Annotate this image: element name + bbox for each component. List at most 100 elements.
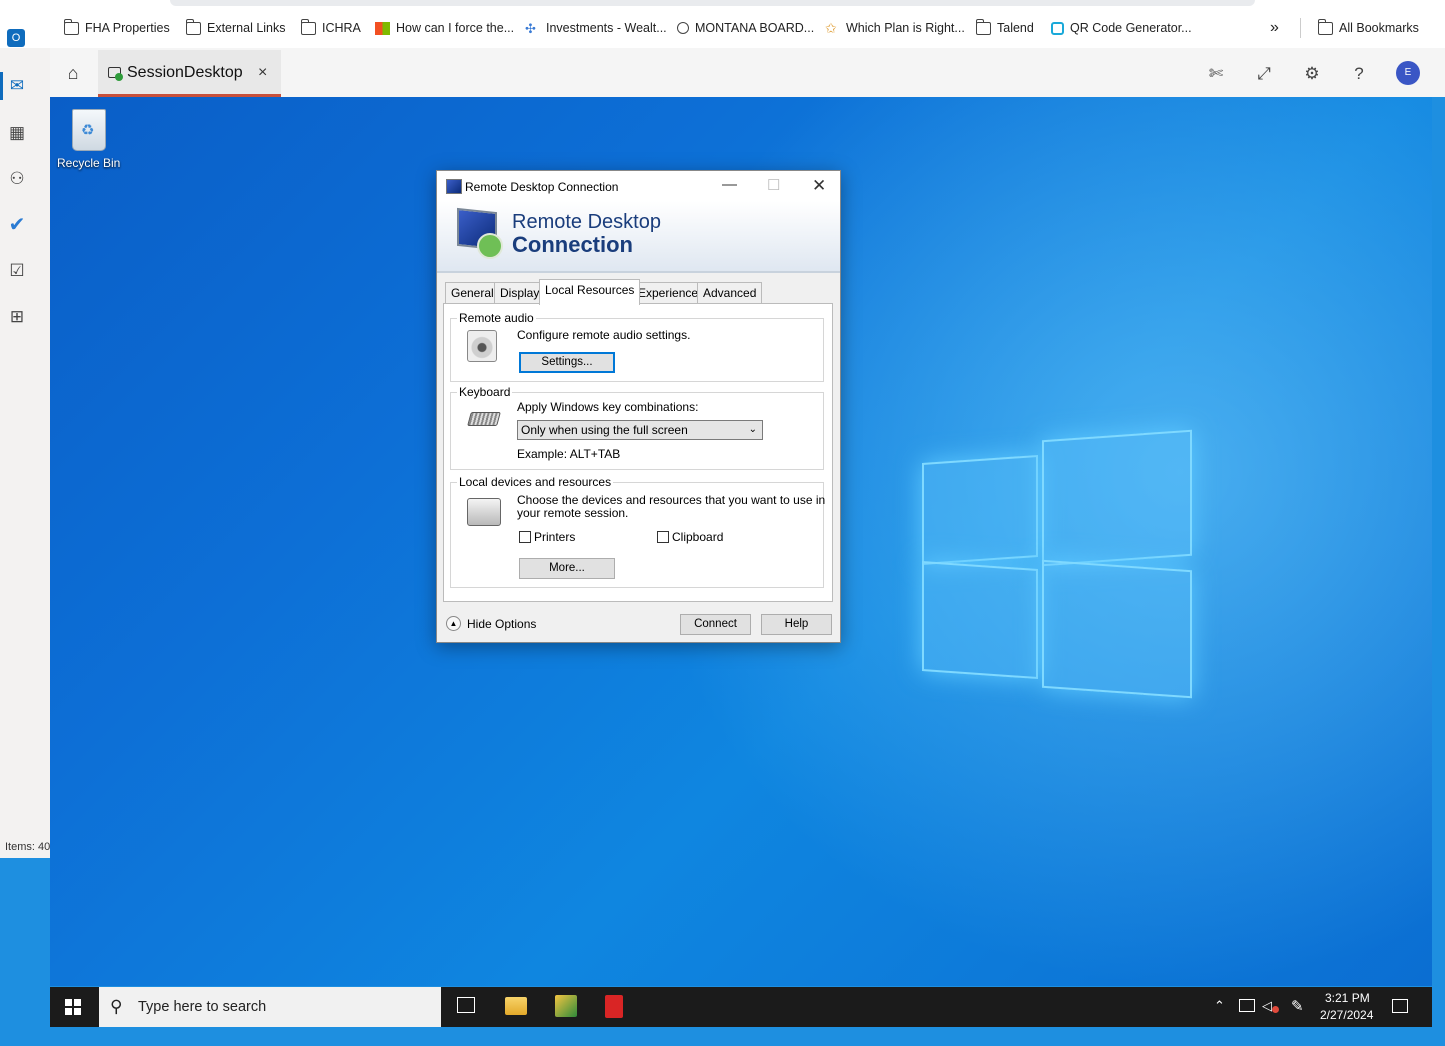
maximize-icon: ☐ (767, 177, 781, 194)
audio-settings-button[interactable]: Settings... (519, 352, 615, 373)
keyboard-label: Keyboard (457, 385, 513, 399)
folder-icon (975, 18, 991, 35)
chevron-down-icon: ⌄ (748, 424, 757, 435)
right-edge-bg (1432, 97, 1445, 1046)
avatar[interactable]: E (1396, 61, 1420, 85)
folder-icon (63, 18, 79, 35)
folder-icon (300, 18, 316, 35)
settings-gear-icon[interactable]: ⚙ (1300, 62, 1324, 86)
dialog-title: Remote Desktop Connection (465, 180, 619, 194)
keyboard-prompt: Apply Windows key combinations: (517, 400, 699, 414)
microsoft-logo-icon (375, 21, 390, 35)
search-icon: ⚲ (110, 997, 123, 1016)
investments-icon: ✣ (525, 20, 536, 36)
minimize-icon[interactable]: — (722, 176, 737, 193)
close-session-icon[interactable]: × (258, 64, 267, 82)
home-icon[interactable]: ⌂ (62, 62, 84, 84)
more-bookmarks-chevron-icon[interactable]: » (1270, 18, 1279, 38)
banner-title-line1: Remote Desktop (512, 211, 661, 233)
windows-logo-pane (922, 560, 1038, 680)
people-icon[interactable]: ⚇ (6, 168, 28, 190)
help-button[interactable]: Help (761, 614, 832, 635)
folder-icon (1317, 18, 1333, 35)
globe-icon (677, 22, 689, 34)
rdc-app-icon (446, 179, 462, 194)
remote-badge-icon (477, 233, 503, 259)
connected-status-icon (115, 73, 123, 81)
star-icon: ✩ (825, 19, 837, 36)
hide-options-chevron-up-icon[interactable]: ▲ (446, 616, 461, 631)
local-devices-label: Local devices and resources (457, 475, 614, 489)
bookmark-which-plan[interactable]: ✩ Which Plan is Right... (825, 18, 965, 38)
unpin-icon[interactable]: ✄ (1204, 62, 1228, 86)
task-view-icon[interactable] (457, 997, 475, 1013)
speaker-icon (467, 330, 497, 362)
hide-options-link[interactable]: Hide Options (467, 617, 536, 631)
remote-audio-description: Configure remote audio settings. (517, 328, 691, 342)
recycle-bin-icon[interactable]: ♻ (70, 107, 106, 151)
windows-start-icon[interactable] (65, 999, 81, 1015)
volume-muted-icon[interactable]: ◁ (1262, 998, 1272, 1014)
mail-icon[interactable]: ✉ (6, 75, 28, 97)
remote-audio-label: Remote audio (457, 311, 536, 325)
keyboard-icon (467, 412, 501, 426)
folder-icon (185, 18, 201, 35)
network-icon[interactable] (1239, 999, 1255, 1012)
bookmark-ichra[interactable]: ICHRA (300, 18, 361, 38)
outlook-icon[interactable]: O (7, 29, 25, 47)
tab-display[interactable]: Display (494, 282, 546, 304)
pen-workspace-icon[interactable]: ✎ (1291, 997, 1304, 1015)
connect-button[interactable]: Connect (680, 614, 751, 635)
taskbar-time[interactable]: 3:21 PM (1325, 991, 1370, 1005)
keyboard-example: Example: ALT+TAB (517, 447, 621, 461)
bookmark-investments[interactable]: ✣ Investments - Wealt... (525, 18, 667, 38)
all-bookmarks[interactable]: All Bookmarks (1317, 18, 1419, 38)
printers-label: Printers (534, 530, 576, 544)
tab-advanced[interactable]: Advanced (697, 282, 763, 304)
address-bar-edge (170, 0, 1255, 6)
printers-checkbox[interactable] (519, 531, 531, 543)
expand-icon[interactable]: ⤢ (1252, 62, 1276, 86)
remote-tool-icon[interactable] (555, 995, 577, 1017)
local-devices-description-line2: your remote session. (517, 506, 629, 520)
apps-icon[interactable]: ⊞ (6, 306, 28, 328)
local-devices-description-line1: Choose the devices and resources that yo… (517, 493, 826, 507)
todo-icon[interactable]: ✔ (6, 214, 28, 236)
bookmark-talend[interactable]: Talend (975, 18, 1034, 38)
bookmarks-divider (1300, 18, 1301, 38)
bookmark-qr-code[interactable]: QR Code Generator... (1051, 18, 1192, 38)
pdf-reader-icon[interactable] (605, 995, 623, 1018)
more-devices-button[interactable]: More... (519, 558, 615, 579)
clipboard-checkbox[interactable] (657, 531, 669, 543)
notifications-icon[interactable] (1392, 999, 1408, 1013)
close-icon[interactable]: ✕ (812, 176, 826, 196)
bookmark-external-links[interactable]: External Links (185, 18, 286, 38)
windows-logo-pane (1042, 429, 1192, 567)
bookmark-fha-properties[interactable]: FHA Properties (63, 18, 170, 38)
recycle-bin-label: Recycle Bin (57, 156, 121, 170)
bookmark-how-can-i-force[interactable]: How can I force the... (375, 18, 514, 38)
remote-desktop-dialog: Remote Desktop Connection — ☐ ✕ Remote D… (436, 170, 841, 643)
windows-key-combo-select[interactable]: Only when using the full screen ⌄ (517, 420, 763, 440)
tab-general[interactable]: General (445, 282, 500, 304)
combo-selected-value: Only when using the full screen (521, 423, 688, 437)
tab-local-resources[interactable]: Local Resources (539, 279, 641, 305)
help-icon[interactable]: ? (1347, 62, 1371, 86)
items-count: Items: 40 (5, 841, 51, 853)
clipboard-label: Clipboard (672, 530, 724, 544)
session-tab-label: SessionDesktop (127, 64, 243, 81)
windows-logo-pane (922, 454, 1038, 566)
file-explorer-icon[interactable] (505, 997, 527, 1015)
printer-icon (467, 498, 501, 526)
tab-experience[interactable]: Experience (632, 282, 705, 304)
search-placeholder: Type here to search (138, 999, 267, 1015)
calendar-icon[interactable]: ▦ (6, 122, 28, 144)
show-hidden-icons-chevron-icon[interactable]: ⌃ (1214, 998, 1225, 1014)
banner-title-line2: Connection (512, 232, 633, 257)
bookmark-montana-board[interactable]: MONTANA BOARD... (677, 18, 814, 38)
windows-logo-pane (1042, 559, 1192, 699)
tasks-icon[interactable]: ☑ (6, 260, 28, 282)
taskbar-date[interactable]: 2/27/2024 (1320, 1008, 1373, 1022)
qr-code-icon (1051, 21, 1064, 35)
muted-badge-icon (1272, 1006, 1279, 1013)
